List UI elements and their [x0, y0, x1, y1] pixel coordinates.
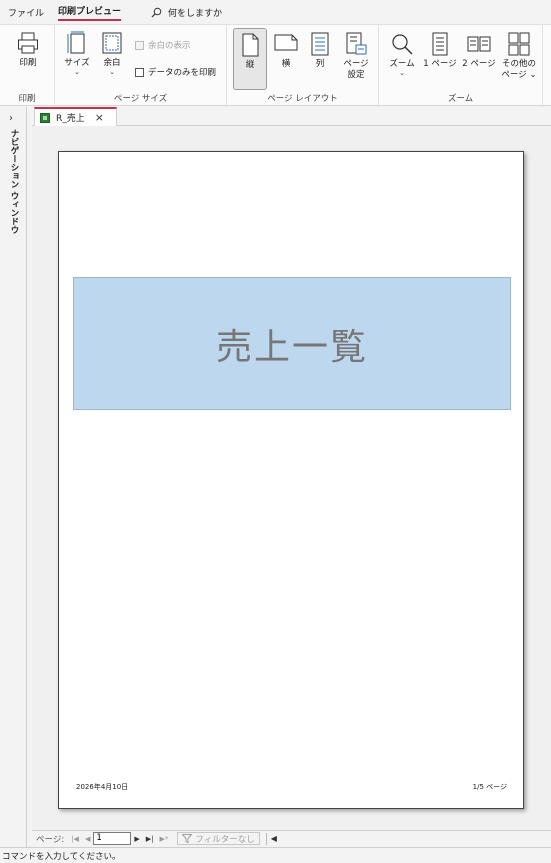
document-tabstrip: R_売上 ×	[32, 107, 551, 126]
print-group-label: 印刷	[18, 94, 36, 104]
page-nav-label: ページ:	[36, 834, 65, 845]
landscape-label: 横	[281, 59, 291, 69]
status-text: コマンドを入力してください。	[2, 851, 121, 862]
menu-bar: ファイル 印刷プレビュー 何をしますか	[0, 0, 551, 24]
two-pages-icon	[467, 36, 491, 52]
page-layout-group-label: ページ レイアウト	[267, 94, 338, 104]
print-data-only-label: データのみを印刷	[148, 68, 217, 78]
tell-me-text: 何をしますか	[168, 8, 223, 19]
document-area: R_売上 × 売上一覧 2026年4月10日 1/5 ページ	[32, 107, 551, 830]
portrait-button[interactable]: 縦	[233, 28, 267, 90]
next-page-icon[interactable]: ▶	[134, 835, 139, 843]
more-pages-button[interactable]: その他の ページ ⌄	[499, 32, 539, 81]
scroll-left-arrow-icon[interactable]: ◀	[271, 834, 277, 843]
chevron-down-icon: ⌄	[399, 69, 405, 77]
landscape-button[interactable]: 横	[271, 32, 301, 70]
columns-icon	[311, 32, 329, 56]
multiple-pages-icon	[508, 32, 530, 56]
page-setup-label: ページ 設定	[343, 59, 368, 81]
columns-label: 列	[315, 59, 325, 69]
show-margins-label: 余白の表示	[148, 41, 191, 51]
first-page-icon[interactable]: |◀	[71, 835, 79, 843]
page-setup-button[interactable]: ページ 設定	[339, 32, 373, 81]
print-data-only-checkbox[interactable]: データのみを印刷	[135, 66, 216, 78]
print-button-label: 印刷	[19, 58, 37, 68]
close-icon[interactable]: ×	[95, 111, 104, 124]
chevron-right-icon[interactable]: ›	[9, 113, 13, 124]
print-group: 印刷 印刷	[0, 25, 55, 107]
report-page: 売上一覧 2026年4月10日 1/5 ページ	[58, 151, 524, 809]
columns-button[interactable]: 列	[305, 32, 335, 70]
zoom-group-label: ズーム	[447, 94, 474, 104]
page-layout-group: 縦 横 列 ページ 設定 ページ レイアウト	[227, 25, 379, 107]
two-pages-button[interactable]: 2 ページ	[460, 32, 498, 70]
tell-me-box[interactable]: 何をしますか	[151, 6, 222, 19]
page-size-icon	[67, 31, 85, 54]
document-tab-label: R_売上	[56, 114, 85, 124]
chevron-down-icon: ⌄	[74, 68, 80, 76]
two-pages-label: 2 ページ	[462, 59, 496, 69]
more-pages-label-line2: ページ	[501, 70, 527, 80]
funnel-icon	[182, 834, 193, 843]
magnifier-icon	[392, 34, 413, 55]
previous-page-icon[interactable]: ◀	[85, 835, 90, 843]
report-icon	[40, 112, 50, 123]
chevron-down-icon: ⌄	[109, 68, 115, 76]
more-pages-label: その他の ページ ⌄	[501, 59, 537, 80]
print-preview-canvas[interactable]: 売上一覧 2026年4月10日 1/5 ページ	[32, 127, 551, 830]
one-page-icon	[432, 32, 448, 56]
document-tab-r-sales[interactable]: R_売上 ×	[34, 107, 117, 126]
page-setup-label-line1: ページ	[343, 59, 369, 69]
new-record-icon[interactable]: ▶*	[159, 835, 168, 843]
page-navigation-bar: ページ: |◀ ◀ 1 ▶ ▶| ▶* フィルターなし ◀	[32, 830, 551, 846]
page-number-input[interactable]: 1	[93, 832, 132, 845]
portrait-label: 縦	[245, 60, 255, 70]
show-margins-checkbox[interactable]: 余白の表示	[135, 39, 191, 51]
navigation-pane[interactable]: › ナビゲーション ウィンドウ	[0, 107, 27, 847]
landscape-page-icon	[274, 34, 298, 51]
menu-print-preview[interactable]: 印刷プレビュー	[58, 4, 122, 21]
portrait-page-icon	[242, 33, 259, 57]
report-footer-date: 2026年4月10日	[76, 783, 129, 791]
search-icon	[151, 7, 162, 17]
margins-button[interactable]: 余白 ⌄	[97, 31, 127, 76]
report-title-band: 売上一覧	[73, 277, 511, 410]
menu-file[interactable]: ファイル	[8, 6, 44, 19]
one-page-label: 1 ページ	[423, 59, 457, 69]
separator	[265, 832, 267, 845]
one-page-button[interactable]: 1 ページ	[421, 32, 459, 70]
report-footer-page-number: 1/5 ページ	[472, 783, 507, 791]
status-bar: コマンドを入力してください。	[0, 847, 551, 863]
page-setup-label-line2: 設定	[347, 70, 365, 80]
filter-toggle[interactable]: フィルターなし	[177, 832, 260, 845]
report-title: 売上一覧	[215, 326, 368, 368]
more-pages-label-line1: その他の	[501, 59, 536, 69]
ribbon: 印刷 印刷 サイズ ⌄ 余白 ⌄ 余白の表示 データのみを印刷 ページ サイズ …	[0, 24, 551, 107]
zoom-button[interactable]: ズーム ⌄	[385, 32, 419, 77]
navigation-pane-title[interactable]: ナビゲーション ウィンドウ	[8, 129, 20, 234]
last-page-icon[interactable]: ▶|	[146, 835, 154, 843]
print-button[interactable]: 印刷	[10, 31, 46, 69]
page-size-group: サイズ ⌄ 余白 ⌄ 余白の表示 データのみを印刷 ページ サイズ	[55, 25, 227, 107]
page-setup-icon	[346, 32, 367, 55]
page-size-group-label: ページ サイズ	[113, 94, 168, 104]
filter-label: フィルターなし	[195, 834, 255, 845]
zoom-group: ズーム ⌄ 1 ページ 2 ページ その他の ページ ⌄ ズーム	[379, 25, 543, 107]
checkbox-box	[135, 40, 144, 50]
printer-icon	[18, 32, 38, 54]
size-button[interactable]: サイズ ⌄	[61, 31, 93, 76]
margins-icon	[102, 32, 122, 54]
checkbox-box	[135, 67, 144, 77]
